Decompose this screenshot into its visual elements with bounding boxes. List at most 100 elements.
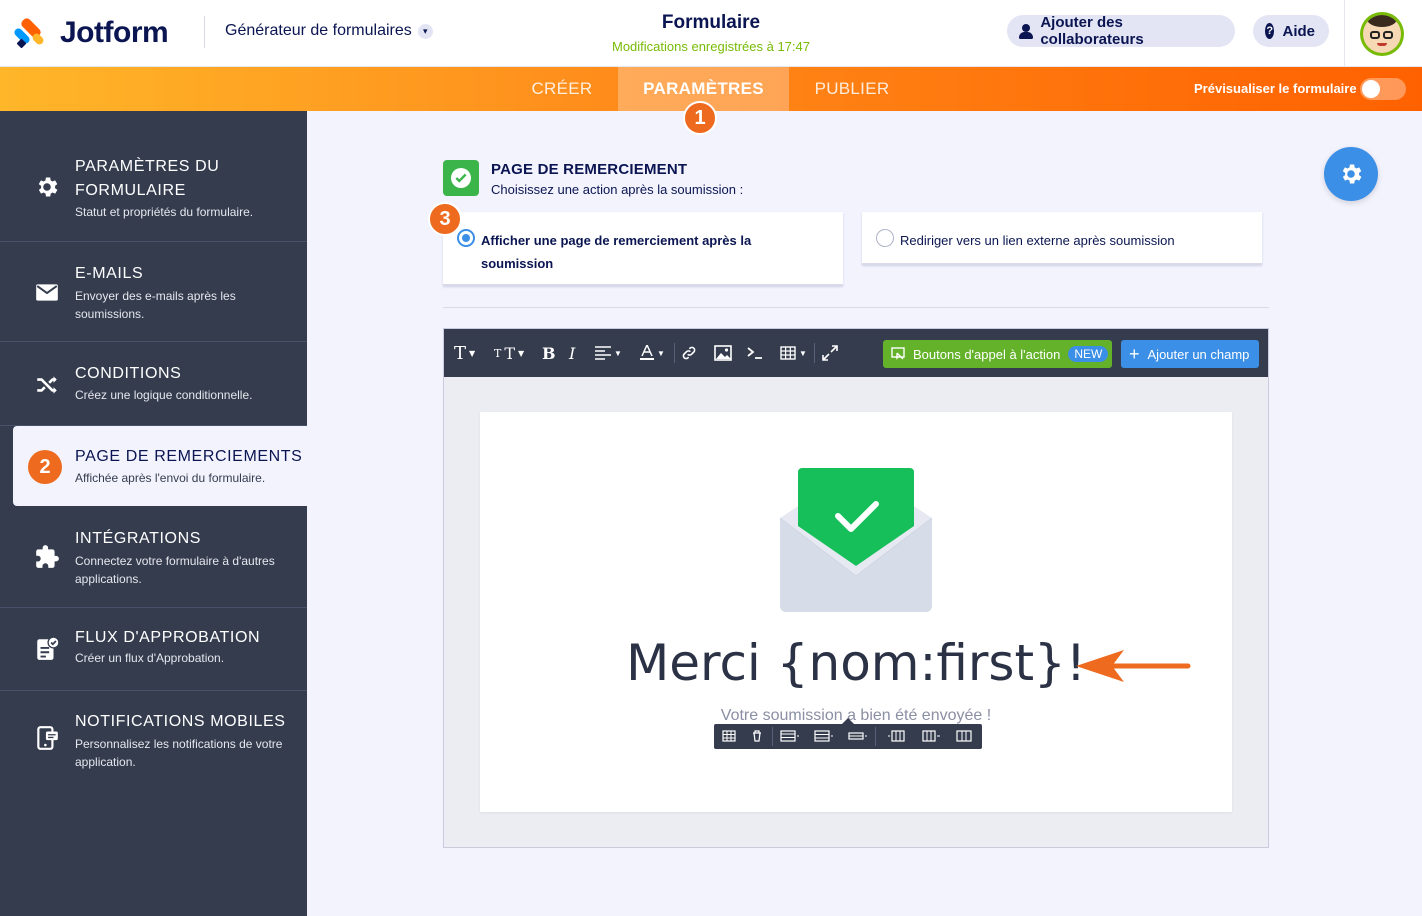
sidebar-item-subtitle: Connectez votre formulaire à d'autres ap… bbox=[75, 554, 275, 586]
envelope-icon bbox=[36, 284, 58, 301]
envelope-check-illustration bbox=[779, 468, 933, 612]
section-divider bbox=[443, 307, 1269, 308]
header-divider bbox=[1344, 0, 1345, 67]
sidebar-item-approval-flow[interactable]: FLUX D'APPROBATION Créer un flux d'Appro… bbox=[0, 608, 307, 691]
form-settings-gear-button[interactable] bbox=[1324, 147, 1378, 201]
add-field-label: Ajouter un champ bbox=[1147, 346, 1250, 362]
sidebar-item-conditions[interactable]: CONDITIONS Créez une logique conditionne… bbox=[0, 342, 307, 426]
option-redirect-external-link[interactable]: Rediriger vers un lien externe après sou… bbox=[862, 212, 1262, 265]
cta-icon bbox=[891, 347, 905, 360]
add-collaborators-button[interactable]: Ajouter des collaborateurs bbox=[1007, 14, 1235, 48]
text-color-icon bbox=[640, 345, 654, 360]
section-title: PAGE DE REMERCIEMENT bbox=[491, 161, 688, 178]
sidebar-item-subtitle: Affichée après l'envoi du formulaire. bbox=[75, 471, 266, 485]
gear-icon bbox=[1342, 164, 1362, 184]
preview-form-label: Prévisualiser le formulaire bbox=[1194, 81, 1357, 96]
annotation-arrow-icon bbox=[1076, 650, 1191, 682]
add-field-button[interactable]: + Ajouter un champ bbox=[1121, 340, 1259, 368]
option-redirect-radio[interactable] bbox=[876, 229, 894, 247]
cell-icon bbox=[956, 730, 972, 742]
toolbar-separator bbox=[814, 343, 815, 363]
table-footer-icon bbox=[814, 730, 833, 742]
person-icon bbox=[1019, 23, 1034, 39]
sidebar-item-emails[interactable]: E-MAILS Envoyer des e-mails après les so… bbox=[0, 242, 307, 342]
bold-button[interactable]: B bbox=[542, 341, 556, 365]
insert-variable-button[interactable] bbox=[747, 341, 763, 365]
plus-icon: + bbox=[1129, 344, 1140, 364]
jotform-logo[interactable]: Jotform bbox=[12, 16, 169, 50]
cta-label: Boutons d'appel à l'action bbox=[913, 346, 1061, 362]
step-marker-1: 1 bbox=[683, 101, 717, 135]
align-button[interactable]: ▼ bbox=[595, 341, 622, 365]
table-props-button[interactable] bbox=[720, 728, 738, 744]
help-label: Aide bbox=[1282, 22, 1315, 40]
link-icon bbox=[682, 346, 696, 360]
table-row-icon bbox=[848, 732, 867, 740]
sidebar-item-title: CONDITIONS bbox=[75, 365, 182, 382]
table-icon bbox=[722, 730, 736, 742]
new-badge: NEW bbox=[1068, 346, 1109, 362]
text-color-button[interactable]: ▼ bbox=[640, 341, 665, 365]
table-column-button[interactable] bbox=[920, 728, 944, 744]
sidebar-item-subtitle: Statut et propriétés du formulaire. bbox=[75, 205, 254, 219]
italic-button[interactable]: I bbox=[569, 341, 575, 365]
table-footer-button[interactable] bbox=[812, 728, 836, 744]
user-avatar[interactable] bbox=[1360, 12, 1404, 56]
sidebar-item-subtitle: Créer un flux d'Approbation. bbox=[75, 651, 225, 665]
builder-switch-dropdown[interactable]: Générateur de formulaires ▾ bbox=[225, 22, 433, 40]
logo-text: Jotform bbox=[60, 16, 169, 49]
table-header-button[interactable] bbox=[778, 728, 802, 744]
sidebar-item-title: E-MAILS bbox=[75, 265, 144, 282]
image-button[interactable] bbox=[714, 341, 732, 365]
option-show-label: Afficher une page de remerciement après … bbox=[481, 233, 752, 271]
sidebar-item-subtitle: Envoyer des e-mails après les soumission… bbox=[75, 289, 236, 321]
table-row-button[interactable] bbox=[846, 728, 870, 744]
table-tools-popup bbox=[714, 718, 982, 749]
question-icon: ? bbox=[1265, 23, 1275, 39]
table-header-icon bbox=[780, 730, 799, 742]
call-to-action-buttons[interactable]: Boutons d'appel à l'action NEW bbox=[883, 340, 1112, 368]
shuffle-icon bbox=[37, 376, 57, 394]
option-redirect-label: Rediriger vers un lien externe après sou… bbox=[900, 233, 1175, 248]
sidebar-item-integrations[interactable]: INTÉGRATIONS Connectez votre formulaire … bbox=[0, 506, 307, 608]
thank-you-subheading[interactable]: Votre soumission a bien été envoyée ! bbox=[480, 707, 1232, 725]
sidebar-item-title: PARAMÈTRES DU FORMULAIRE bbox=[75, 158, 220, 199]
sidebar-item-title: FLUX D'APPROBATION bbox=[75, 629, 261, 646]
image-icon bbox=[714, 345, 732, 361]
top-header: Jotform Générateur de formulaires ▾ Form… bbox=[0, 0, 1422, 67]
thank-you-editor: T ▼ T T ▼ B I ▼ ▼ ▼ Boutons d'appel à l'act… bbox=[443, 328, 1269, 848]
builder-switch-label: Générateur de formulaires bbox=[225, 22, 412, 39]
thank-you-page-canvas[interactable]: Merci {nom:first}! Votre soumission a bi… bbox=[480, 412, 1232, 812]
mobile-notification-icon bbox=[37, 726, 58, 750]
step-marker-3: 3 bbox=[428, 202, 462, 236]
font-family-button[interactable]: T ▼ bbox=[454, 341, 475, 365]
link-button[interactable] bbox=[681, 341, 697, 365]
fullscreen-button[interactable] bbox=[822, 341, 838, 365]
terminal-icon bbox=[747, 347, 762, 359]
settings-sidebar: PARAMÈTRES DU FORMULAIRE Statut et propri… bbox=[0, 111, 307, 916]
help-button[interactable]: ? Aide bbox=[1253, 15, 1329, 47]
preview-form-toggle[interactable] bbox=[1360, 78, 1406, 100]
sidebar-item-form-settings[interactable]: PARAMÈTRES DU FORMULAIRE Statut et propri… bbox=[0, 111, 307, 242]
gear-icon bbox=[38, 177, 58, 197]
sidebar-item-mobile-notifications[interactable]: NOTIFICATIONS MOBILES Personnalisez les … bbox=[0, 691, 307, 787]
section-subtitle: Choisissez une action après la soumissio… bbox=[491, 182, 744, 197]
align-left-icon bbox=[595, 346, 611, 360]
table-column-insert-button[interactable] bbox=[884, 728, 908, 744]
sidebar-item-title: PAGE DE REMERCIEMENTS bbox=[75, 448, 303, 465]
tab-publish[interactable]: PUBLIER bbox=[800, 67, 904, 111]
expand-icon bbox=[822, 345, 838, 361]
chevron-down-icon: ▾ bbox=[417, 23, 433, 39]
option-show-thank-you-page[interactable]: Afficher une page de remerciement après … bbox=[443, 212, 843, 286]
table-button[interactable]: ▼ bbox=[780, 341, 807, 365]
font-size-button[interactable]: T T ▼ bbox=[494, 341, 524, 365]
approval-icon bbox=[37, 636, 60, 660]
sidebar-item-thank-you-page[interactable]: 2 PAGE DE REMERCIEMENTS Affichée après l… bbox=[13, 426, 307, 506]
table-cell-button[interactable] bbox=[954, 728, 976, 744]
option-show-radio[interactable] bbox=[457, 229, 475, 247]
step-marker-2: 2 bbox=[28, 450, 62, 484]
check-circle-icon bbox=[451, 168, 471, 188]
delete-table-button[interactable] bbox=[748, 728, 766, 744]
thank-you-section-icon bbox=[443, 160, 479, 196]
tab-create[interactable]: CRÉER bbox=[512, 67, 612, 111]
